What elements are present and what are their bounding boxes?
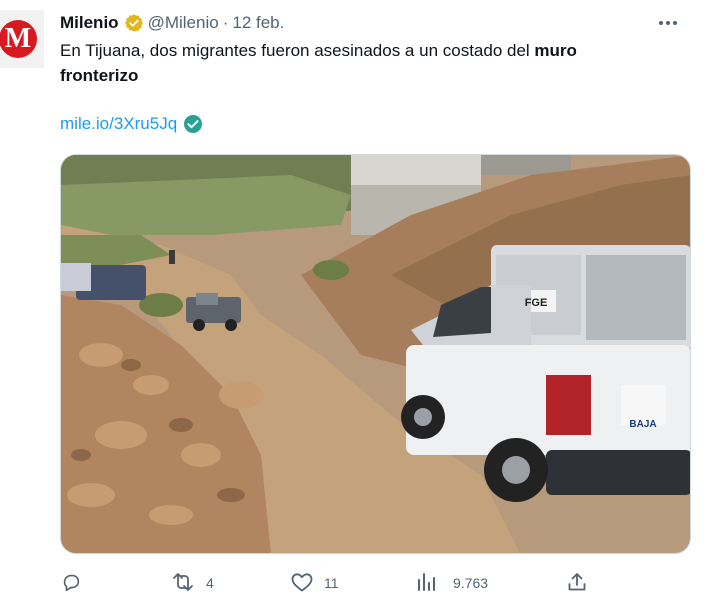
- author-name[interactable]: Milenio: [60, 13, 119, 33]
- tweet-date[interactable]: 12 feb.: [232, 13, 284, 33]
- tweet-header: Milenio @Milenio · 12 feb.: [60, 12, 687, 34]
- share-icon: [566, 571, 588, 596]
- scene-illustration: FGE BAJA: [61, 155, 690, 553]
- tweet-actions: 4 11 9.763: [60, 570, 600, 596]
- link-check-icon: [183, 114, 203, 134]
- reply-button[interactable]: [60, 570, 92, 596]
- tweet-link-text[interactable]: mile.io/3Xru5Jq: [60, 114, 177, 134]
- like-count: 11: [324, 575, 339, 591]
- like-button[interactable]: 11: [290, 570, 339, 596]
- retweet-button[interactable]: 4: [170, 570, 214, 596]
- like-icon: [290, 571, 314, 596]
- more-icon[interactable]: [655, 12, 681, 34]
- author-handle[interactable]: @Milenio: [148, 13, 219, 33]
- retweet-icon: [170, 571, 196, 596]
- views-icon: [415, 571, 437, 596]
- views-count: 9.763: [453, 575, 489, 591]
- share-button[interactable]: [566, 570, 588, 596]
- milenio-logo: M: [0, 20, 37, 58]
- tweet-link[interactable]: mile.io/3Xru5Jq: [60, 114, 203, 134]
- van-badge-label: FGE: [525, 297, 548, 309]
- views-button[interactable]: 9.763: [415, 570, 488, 596]
- avatar[interactable]: M: [0, 10, 44, 68]
- tweet-text: En Tijuana, dos migrantes fueron asesina…: [60, 38, 660, 88]
- tweet-media-image[interactable]: FGE BAJA: [60, 154, 691, 554]
- verified-badge-icon: [124, 13, 144, 33]
- reply-icon: [60, 571, 82, 596]
- tweet-text-plain: En Tijuana, dos migrantes fueron asesina…: [60, 41, 535, 60]
- separator-dot: ·: [222, 13, 229, 32]
- retweet-count: 4: [206, 575, 214, 591]
- tailgate-label: BAJA: [629, 419, 656, 430]
